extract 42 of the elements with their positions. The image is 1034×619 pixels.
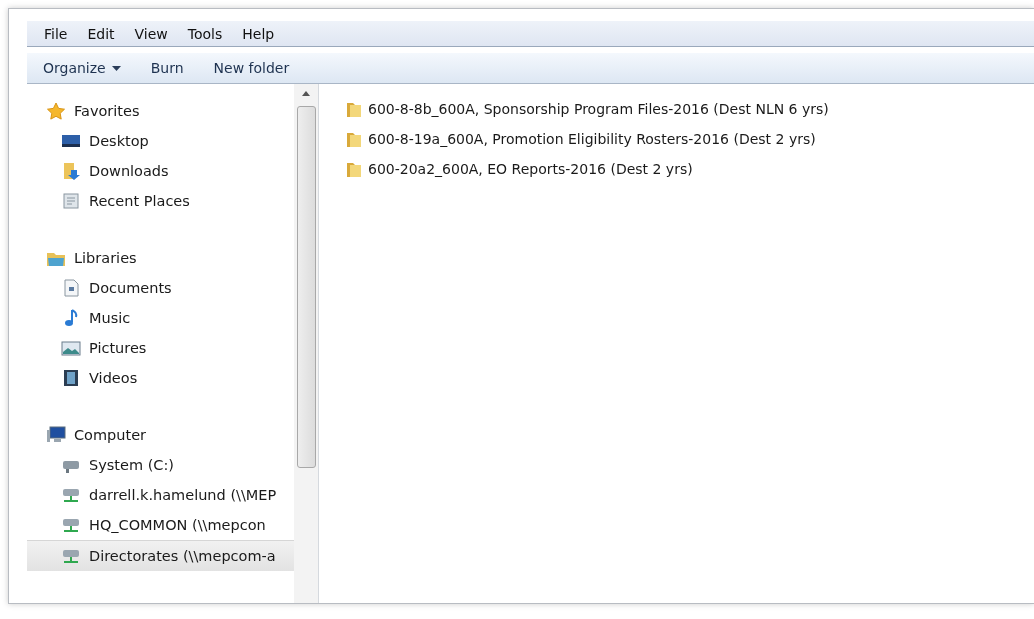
menu-item[interactable]: Tools [187, 25, 223, 42]
scroll-up-icon[interactable] [302, 91, 310, 96]
menu-item[interactable]: Edit [87, 25, 115, 42]
menu-item[interactable]: Help [242, 25, 275, 42]
nav-item[interactable]: HQ_COMMON (\\mepcon [27, 510, 294, 540]
folder-icon [345, 130, 363, 148]
nav-item[interactable]: Libraries [27, 243, 294, 273]
nav-item[interactable]: Directorates (\\mepcom-a [27, 540, 294, 571]
menu-item[interactable]: View [134, 25, 168, 42]
menu-item[interactable]: File [44, 25, 68, 42]
nav-item[interactable]: Desktop [27, 126, 294, 156]
document-icon [61, 279, 81, 297]
nav-item[interactable]: Computer [27, 420, 294, 450]
star-icon [46, 102, 66, 120]
desktop-icon [61, 132, 81, 150]
nav-item[interactable]: Downloads [27, 156, 294, 186]
scrollbar-thumb[interactable] [296, 106, 316, 468]
toolbar-button[interactable]: New folder [213, 60, 290, 76]
nav-item[interactable]: Documents [27, 273, 294, 303]
netdrive-icon [61, 486, 81, 504]
folder-icon [345, 100, 363, 118]
folder-item[interactable]: 600-20a2_600A, EO Reports-2016 (Dest 2 yrs) [345, 154, 1034, 184]
nav-item[interactable]: Recent Places [27, 186, 294, 216]
nav-item[interactable]: System (C:) [27, 450, 294, 480]
nav-item[interactable]: Music [27, 303, 294, 333]
nav-item[interactable]: darrell.k.hamelund (\\MEP [27, 480, 294, 510]
videos-icon [61, 369, 81, 387]
caret-icon [111, 65, 121, 71]
pictures-icon [61, 339, 81, 357]
nav-item[interactable]: Pictures [27, 333, 294, 363]
nav-item[interactable]: Favorites [27, 96, 294, 126]
folder-item[interactable]: 600-8-8b_600A, Sponsorship Program Files-2016 (Dest NLN 6 yrs) [345, 94, 1034, 124]
toolbar-button[interactable]: Burn [150, 60, 184, 76]
folder-icon [345, 160, 363, 178]
netdrive-icon [61, 516, 81, 534]
nav-item[interactable]: Videos [27, 363, 294, 393]
computer-icon [46, 426, 66, 444]
scrollbar[interactable] [294, 84, 318, 603]
netdrive-icon [61, 547, 81, 565]
folder-item[interactable]: 600-8-19a_600A, Promotion Eligibility Rosters-2016 (Dest 2 yrs) [345, 124, 1034, 154]
downloads-icon [61, 162, 81, 180]
toolbar-button[interactable]: Organize [43, 60, 121, 76]
